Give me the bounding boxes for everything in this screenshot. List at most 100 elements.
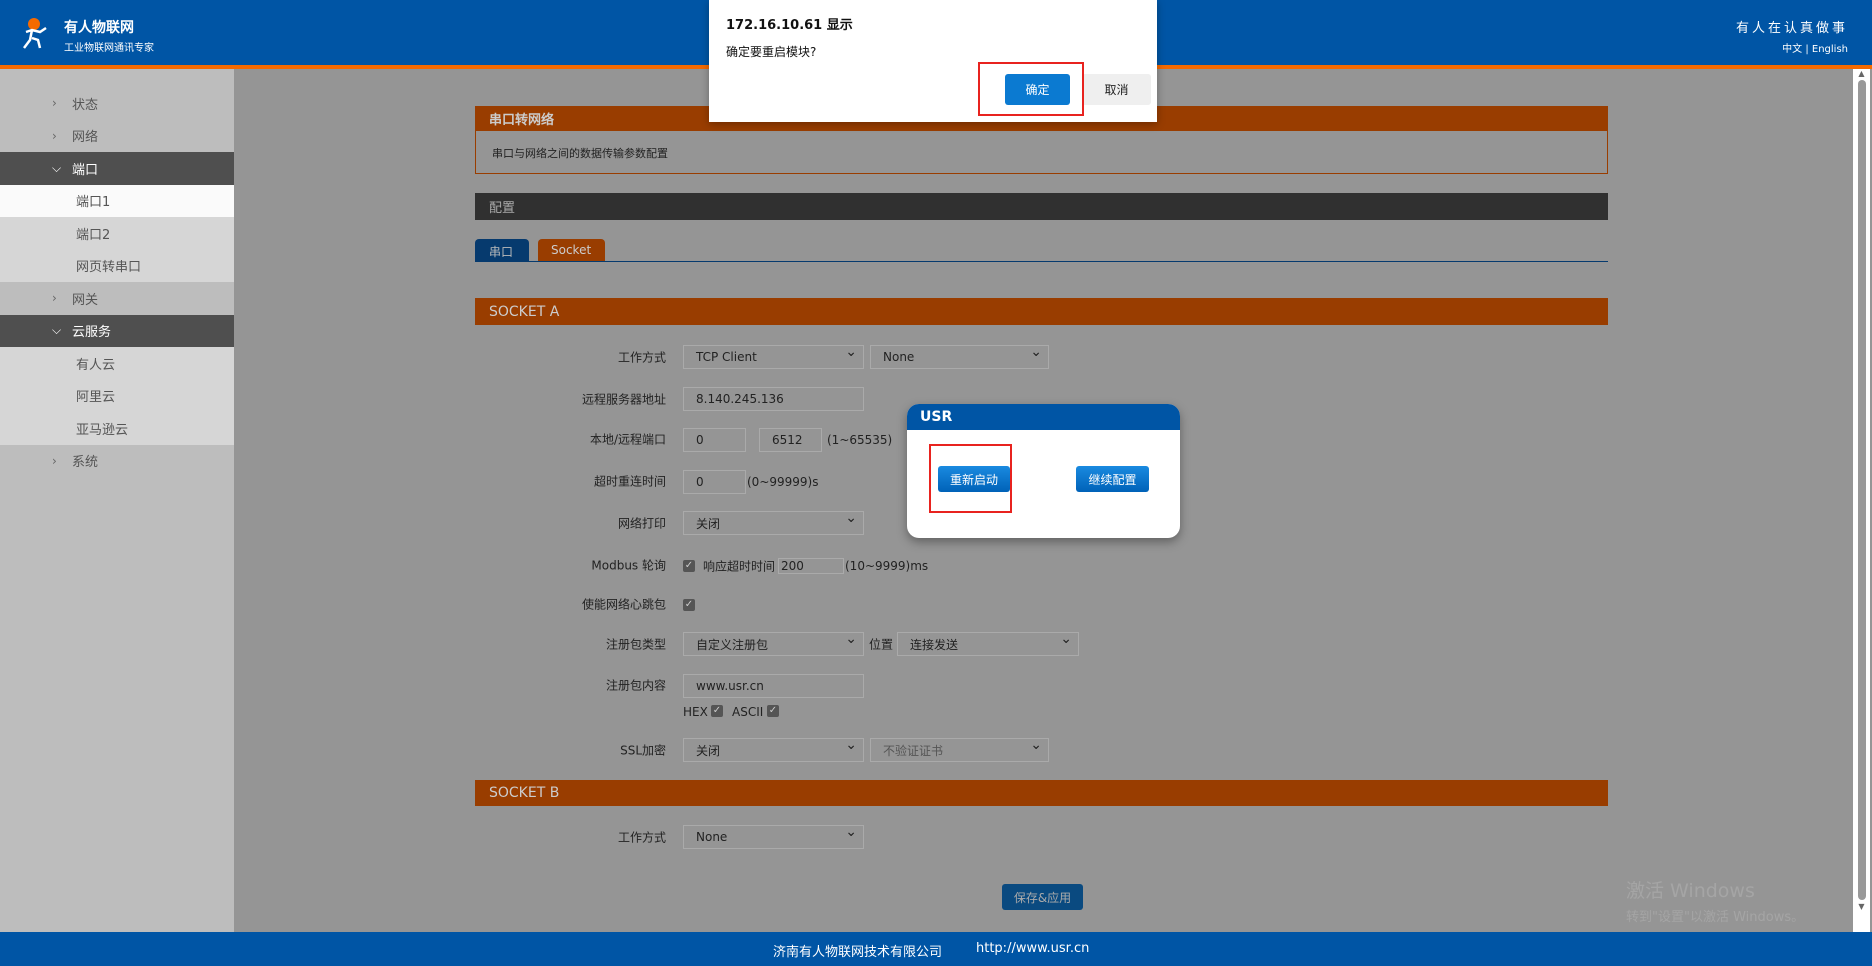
sidebar-item[interactable]: 阿里云 [0,379,234,412]
tab-socket[interactable]: Socket [538,239,605,261]
socket-b-work-mode-label: 工作方式 [617,830,666,845]
usr-dialog-header: USR [907,404,1180,430]
work-mode-sub-value: None [883,350,915,364]
slogan: 有人在认真做事 [1735,21,1848,36]
scrollbar-thumb[interactable] [1857,80,1866,900]
footer: 济南有人物联网技术有限公司 http://www.usr.cn [0,932,1872,966]
watermark-line2: 转到"设置"以激活 Windows。 [1626,910,1805,925]
modbus-label: Modbus 轮询 [591,558,666,573]
sidebar: › 状态 › 网络 ⌵ 端口 端口1 端口2 网页转串口 › 网关 ⌵ 云服务 有人云 阿里云 亚马逊云 › 系统 [0,69,234,932]
reconnect-range-hint: (0~99999)s [747,475,819,489]
lang-zh-link[interactable]: 中文 [1782,44,1802,55]
scroll-up-icon[interactable]: ▲ [1853,69,1870,78]
hex-label: HEX [683,705,708,719]
server-value: 8.140.245.136 [696,392,784,406]
netprint-select[interactable]: 关闭 [683,510,864,535]
sidebar-item[interactable]: 端口2 [0,217,234,250]
sidebar-item[interactable]: 网页转串口 [0,249,234,282]
tab-serial-label: 串口 [489,245,514,259]
ascii-label: ASCII [732,705,764,719]
sidebar-item[interactable]: ⌵ 云服务 [0,314,234,347]
brand-name: 有人物联网 [64,20,134,36]
usr-dialog-title: USR [920,409,953,425]
scroll-down-icon[interactable]: ▼ [1853,902,1870,911]
scrollbar[interactable]: ▲ ▼ [1853,69,1870,932]
logo-icon [20,16,54,50]
sidebar-item-label: 端口2 [76,227,111,243]
footer-url[interactable]: http://www.usr.cn [976,941,1089,956]
socket-b-work-mode-value: None [696,830,728,844]
reconnect-value: 0 [696,475,704,489]
sidebar-item-label: 亚马逊云 [76,422,129,438]
netprint-value: 关闭 [696,516,721,531]
server-input[interactable]: 8.140.245.136 [683,387,864,411]
panel-description: 串口与网络之间的数据传输参数配置 [492,147,668,160]
heartbeat-checkbox[interactable]: ✓ [683,599,695,611]
ssl-cert-value: 不验证证书 [883,743,944,758]
highlight-restart-annotation [929,444,1012,513]
remote-port-value: 6512 [772,433,803,447]
hex-checkbox[interactable]: ✓ [711,705,723,717]
sidebar-item[interactable]: › 系统 [0,445,234,478]
reg-type-label: 注册包类型 [605,637,666,652]
sidebar-item[interactable]: › 状态 [0,87,234,120]
modbus-range-hint: (10~9999)ms [845,559,929,573]
socket-a-title: SOCKET A [489,303,560,320]
save-apply-button[interactable]: 保存&应用 [1002,884,1083,910]
local-port-input[interactable]: 0 [683,428,746,452]
continue-config-button[interactable]: 继续配置 [1076,466,1149,492]
sidebar-item-label: 状态 [72,97,99,113]
reconnect-label: 超时重连时间 [593,474,666,489]
lang-separator: | [1805,44,1809,55]
remote-port-input[interactable]: 6512 [759,428,822,452]
sidebar-item[interactable]: 端口1 [0,184,234,217]
lang-en-link[interactable]: English [1812,44,1848,55]
netprint-label: 网络打印 [617,516,666,531]
reg-type-select[interactable]: 自定义注册包 [683,631,864,656]
modbus-timeout-input[interactable]: 200 [778,558,844,574]
socket-b-title: SOCKET B [489,785,560,801]
socket-a-header: SOCKET A [475,298,1608,325]
sidebar-item[interactable]: › 网络 [0,120,234,153]
ascii-checkbox[interactable]: ✓ [767,705,779,717]
port-label: 本地/远程端口 [589,432,666,447]
chevron-right-icon: › [52,128,57,143]
sidebar-item[interactable]: 有人云 [0,347,234,380]
local-port-value: 0 [696,433,704,447]
socket-b-work-mode-select[interactable]: None [683,824,864,849]
sidebar-item-label: 网络 [72,130,99,146]
ssl-label: SSL加密 [620,743,666,758]
port-range-hint: (1~65535) [827,433,893,447]
sidebar-item-label: 端口1 [76,195,111,211]
modbus-timeout-label: 响应超时时间 [703,559,776,574]
ssl-cert-select[interactable]: 不验证证书 [870,737,1049,762]
ssl-select[interactable]: 关闭 [683,737,864,762]
position-select[interactable]: 连接发送 [897,631,1079,656]
work-mode-sub-select[interactable]: None [870,344,1049,369]
work-mode-select[interactable]: TCP Client [683,344,864,369]
socket-b-header: SOCKET B [475,780,1608,806]
confirm-cancel-button[interactable]: 取消 [1082,74,1151,105]
confirm-dialog-title: 172.16.10.61 显示 [726,18,853,33]
sidebar-item[interactable]: ⌵ 端口 [0,152,234,185]
panel-description-box: 串口与网络之间的数据传输参数配置 [475,131,1608,174]
config-title: 配置 [489,201,516,216]
sidebar-item-label: 有人云 [76,357,116,373]
sidebar-item-label: 系统 [72,455,99,471]
reconnect-input[interactable]: 0 [683,470,746,494]
config-bar: 配置 [475,193,1608,220]
sidebar-item-label: 云服务 [72,325,112,341]
reg-content-input[interactable]: www.usr.cn [683,674,864,698]
chevron-right-icon: › [52,291,57,306]
chevron-right-icon: › [52,96,57,111]
confirm-dialog: 172.16.10.61 显示 确定要重启模块? 确定 取消 [709,0,1157,122]
watermark-line1: 激活 Windows [1626,880,1755,902]
sidebar-item-label: 网关 [72,292,99,308]
reg-content-label: 注册包内容 [605,678,666,693]
sidebar-item[interactable]: 亚马逊云 [0,412,234,445]
sidebar-item[interactable]: › 网关 [0,282,234,315]
confirm-dialog-message: 确定要重启模块? [726,45,817,59]
tab-serial[interactable]: 串口 [475,239,529,261]
modbus-checkbox[interactable]: ✓ [683,560,695,572]
ssl-value: 关闭 [696,743,721,758]
